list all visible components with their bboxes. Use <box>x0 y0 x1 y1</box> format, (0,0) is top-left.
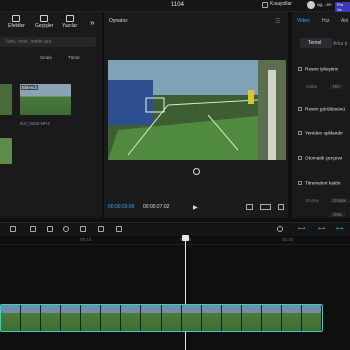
total-time: 00:00:27:02 <box>143 204 170 210</box>
current-time: 00:00:20:09 <box>108 204 135 210</box>
keyboard-icon[interactable] <box>262 2 268 8</box>
transitions-tab[interactable]: Geçişler <box>35 15 53 29</box>
subtab-basic[interactable]: Temel <box>300 38 332 48</box>
ratio-icon[interactable] <box>260 204 271 210</box>
reverse-icon[interactable] <box>63 226 69 232</box>
sort-button[interactable]: Sırala <box>40 55 52 60</box>
user-name[interactable]: ug…en <box>317 2 332 7</box>
clip-frame <box>81 305 102 331</box>
video-preview[interactable] <box>108 60 286 160</box>
added-badge: Eklendi <box>21 85 38 90</box>
checkbox[interactable] <box>298 181 302 185</box>
text-label: Yazılar <box>62 23 78 29</box>
tab-animation[interactable]: Ani <box>341 18 348 24</box>
more-tools-icon[interactable]: » <box>90 18 94 27</box>
tab-video[interactable]: Video <box>297 18 310 24</box>
timeline[interactable] <box>0 236 350 350</box>
select-icon[interactable] <box>10 226 16 232</box>
snap-icon[interactable]: ⟷ <box>318 226 325 232</box>
transition-icon <box>40 15 49 22</box>
level-value[interactable]: Düşük <box>330 198 349 203</box>
mic-icon[interactable] <box>277 226 283 232</box>
delete-icon[interactable] <box>47 226 53 232</box>
clip-frame <box>141 305 162 331</box>
clip-frame <box>301 305 322 331</box>
option-label: Otomatik çerçeve <box>305 156 343 162</box>
text-icon <box>65 15 74 22</box>
avatar[interactable] <box>307 1 315 9</box>
quality-value[interactable]: HD <box>330 84 343 89</box>
text-tab[interactable]: Yazılar <box>62 15 77 29</box>
media-toolbar: Efektler Geçişler Yazılar » <box>0 12 102 34</box>
pro-badge[interactable]: Pro Ve <box>335 2 350 12</box>
ruler-label: 00:10 <box>80 237 92 242</box>
playhead[interactable] <box>185 236 186 350</box>
option-label: Titremeleri kaldır <box>305 181 341 187</box>
timeline-ruler[interactable] <box>0 236 350 245</box>
clip-frame <box>21 305 42 331</box>
option-label: Yeniden ışıklandır <box>305 131 343 137</box>
option-enhance[interactable]: Resmi iyileştirin <box>298 67 338 72</box>
effects-tab[interactable]: Efektler <box>8 15 25 29</box>
sparkle-icon <box>12 15 21 22</box>
split-icon[interactable] <box>30 226 36 232</box>
media-search-input[interactable]: İsim, renk, metin ara <box>0 37 96 47</box>
clip-frame <box>121 305 142 331</box>
rotate-icon[interactable] <box>98 226 104 232</box>
clip-frame <box>241 305 262 331</box>
preview-axis-icon[interactable]: ⟷ <box>336 226 343 232</box>
media-thumbnail[interactable] <box>0 84 12 115</box>
clip-frame <box>181 305 202 331</box>
fullscreen-icon[interactable] <box>278 204 284 210</box>
option-autoframe[interactable]: Otomatik çerçeve <box>298 156 342 161</box>
checkbox[interactable] <box>298 67 302 71</box>
window-title: 1104 <box>171 2 184 8</box>
option-deflicker[interactable]: Titremeleri kaldır <box>298 181 341 186</box>
clip-frame <box>281 305 302 331</box>
fit-icon[interactable] <box>246 204 253 210</box>
option-label: Resim gürültüsünü <box>305 107 345 113</box>
subtab-background[interactable]: Arka p <box>333 41 347 47</box>
clip-frame <box>101 305 122 331</box>
media-thumbnail[interactable] <box>0 138 12 164</box>
menu-icon[interactable]: ☰ <box>275 18 280 25</box>
level-label: Düzey <box>306 198 319 203</box>
crop-icon[interactable] <box>116 226 122 232</box>
clip-frame <box>61 305 82 331</box>
record-icon[interactable] <box>193 168 200 175</box>
clip-frame <box>201 305 222 331</box>
video-clip-track[interactable] <box>0 304 323 332</box>
effects-label: Efektler <box>8 23 25 29</box>
search-placeholder: İsim, renk, metin ara <box>6 39 52 45</box>
ruler-label: 00:30 <box>282 237 294 242</box>
option-denoise[interactable]: Resim gürültüsünü <box>298 107 345 112</box>
checkbox[interactable] <box>298 107 302 111</box>
play-button[interactable]: ▶ <box>193 204 198 211</box>
clip-frame <box>161 305 182 331</box>
quality-label: Kalite <box>306 84 318 89</box>
option-label: Resmi iyileştirin <box>305 67 339 73</box>
mirror-icon[interactable] <box>80 226 86 232</box>
filter-button[interactable]: Tümü <box>68 55 80 60</box>
clip-frame <box>221 305 242 331</box>
level-value-2[interactable]: Orta <box>330 212 345 217</box>
clip-frame <box>261 305 282 331</box>
checkbox[interactable] <box>298 131 302 135</box>
checkbox[interactable] <box>298 156 302 160</box>
transitions-label: Geçişler <box>35 23 54 29</box>
shortcuts-button[interactable]: Kısayollar <box>270 1 292 7</box>
clip-name: DJI_0260.MP4 <box>20 121 50 126</box>
tab-speed[interactable]: Hız <box>322 18 330 24</box>
clip-frame <box>1 305 22 331</box>
link-icon[interactable]: ⟷ <box>298 226 305 232</box>
subtab-basic-label: Temel <box>308 40 322 46</box>
option-relight[interactable]: Yeniden ışıklandır <box>298 131 343 136</box>
player-title: Oynatıcı <box>109 18 128 24</box>
clip-frame <box>41 305 62 331</box>
